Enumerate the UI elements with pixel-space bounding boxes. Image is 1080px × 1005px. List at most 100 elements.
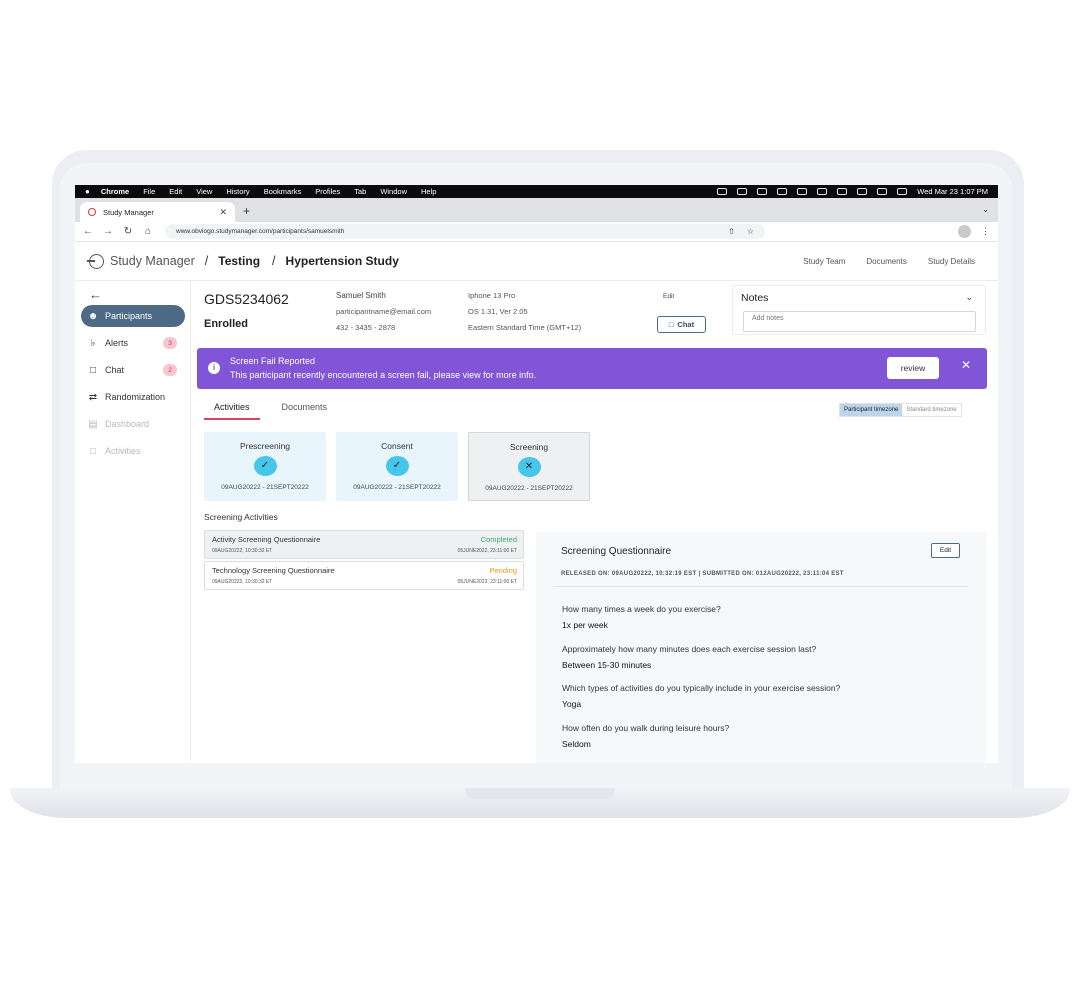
stage-dates: 09AUG20222 - 21SEPT20222: [485, 485, 573, 492]
breadcrumb-testing[interactable]: Testing: [218, 254, 260, 268]
bookmark-star-icon[interactable]: ☆: [747, 227, 754, 236]
menu-history[interactable]: History: [226, 187, 249, 196]
screening-activities-title: Screening Activities: [204, 512, 278, 522]
question: How many times a week do you exercise?: [562, 604, 721, 614]
standard-timezone-option[interactable]: Standard timezone: [902, 404, 960, 416]
browser-toolbar: ← → ↻ ⌂ www.obviogo.studymanager.com/par…: [75, 222, 998, 242]
cloud-icon[interactable]: [717, 188, 728, 195]
mac-menubar: ● Chrome File Edit View History Bookmark…: [75, 185, 998, 198]
forward-icon[interactable]: →: [103, 226, 113, 237]
browser-menu-icon[interactable]: ⋮: [981, 226, 990, 237]
sidebar-item-alerts[interactable]: ♭ Alerts 3: [81, 332, 185, 354]
activity-name: Technology Screening Questionnaire: [212, 566, 335, 575]
display-icon[interactable]: [757, 188, 768, 195]
apple-icon[interactable]: ●: [85, 187, 90, 196]
edit-questionnaire-button[interactable]: Edit: [931, 543, 960, 558]
home-icon[interactable]: ⌂: [143, 226, 153, 237]
stage-name: Consent: [381, 441, 413, 451]
sidebar-item-chat[interactable]: □ Chat 2: [81, 359, 185, 381]
menu-help[interactable]: Help: [421, 187, 436, 196]
app-body: ← ☻ Participants ♭ Alerts 3 □ Chat 2 ⇄ R…: [75, 281, 998, 763]
breadcrumb-hypertension-study[interactable]: Hypertension Study: [286, 254, 399, 268]
menu-bookmarks[interactable]: Bookmarks: [264, 187, 302, 196]
chat-icon: □: [89, 364, 97, 376]
menu-file[interactable]: File: [143, 187, 155, 196]
sidebar-item-activities[interactable]: □ Activities: [81, 440, 185, 462]
reload-icon[interactable]: ↻: [123, 226, 133, 237]
new-tab-icon[interactable]: +: [243, 204, 250, 218]
menubar-clock[interactable]: Wed Mar 23 1:07 PM: [917, 187, 988, 196]
info-icon: i: [208, 362, 220, 374]
profile-avatar[interactable]: [958, 225, 971, 238]
review-button[interactable]: review: [887, 357, 939, 379]
status-badge: Pending: [489, 566, 517, 575]
stage-card-prescreening[interactable]: Prescreening ✓ 09AUG20222 - 21SEPT20222: [204, 432, 326, 501]
browser-tab-title: Study Manager: [103, 207, 154, 217]
chat-count-badge: 2: [163, 364, 177, 376]
alerts-count-badge: 3: [163, 337, 177, 349]
tab-search-chevron-icon[interactable]: ⌄: [982, 205, 989, 214]
siri-icon[interactable]: [897, 188, 908, 195]
close-tab-icon[interactable]: ✕: [219, 207, 227, 218]
nav-study-details[interactable]: Study Details: [928, 257, 975, 266]
participant-timezone: Eastern Standard Time (GMT+12): [468, 323, 582, 332]
wifi-icon[interactable]: [837, 188, 848, 195]
stage-card-screening[interactable]: Screening ✕ 09AUG20222 - 21SEPT20222: [468, 432, 590, 501]
menu-profiles[interactable]: Profiles: [315, 187, 340, 196]
notes-input[interactable]: [743, 311, 976, 332]
question: How often do you walk during leisure hou…: [562, 723, 730, 733]
app-store-icon[interactable]: [737, 188, 748, 195]
address-bar[interactable]: www.obviogo.studymanager.com/participant…: [165, 224, 765, 239]
menu-view[interactable]: View: [196, 187, 212, 196]
menu-tab[interactable]: Tab: [354, 187, 366, 196]
back-arrow-icon[interactable]: ←: [89, 287, 190, 305]
menu-window[interactable]: Window: [380, 187, 407, 196]
stage-dates: 09AUG20222 - 21SEPT20222: [221, 484, 309, 491]
check-icon: ✓: [253, 456, 277, 476]
sidebar-item-dashboard[interactable]: ▤ Dashboard: [81, 413, 185, 435]
list-item[interactable]: Activity Screening Questionnaire 09AUG20…: [204, 530, 524, 559]
nav-documents[interactable]: Documents: [866, 257, 906, 266]
chat-button[interactable]: □ Chat: [657, 316, 706, 333]
participant-id: GDS5234062: [204, 291, 289, 307]
menu-edit[interactable]: Edit: [169, 187, 182, 196]
search-icon[interactable]: [857, 188, 868, 195]
tab-documents[interactable]: Documents: [282, 402, 328, 420]
participant-device: Iphone 13 Pro: [468, 291, 516, 300]
browser-tab-strip: Study Manager ✕ + ⌄: [75, 198, 998, 222]
back-icon[interactable]: ←: [83, 226, 93, 237]
answer: Between 15-30 minutes: [562, 660, 652, 670]
status-badge: Completed: [480, 535, 517, 544]
chat-button-label: Chat: [677, 320, 695, 329]
question: Approximately how many minutes does each…: [562, 644, 817, 654]
battery-icon[interactable]: [817, 188, 828, 195]
breadcrumb-separator: /: [204, 254, 209, 268]
activity-released: 09AUG20222, 10:30:32 ET: [212, 579, 273, 585]
participant-email: participantname@email.com: [336, 307, 432, 316]
brand-name[interactable]: Study Manager: [110, 254, 195, 268]
bluetooth-icon[interactable]: [797, 188, 808, 195]
stage-name: Prescreening: [239, 441, 291, 451]
nav-study-team[interactable]: Study Team: [803, 257, 845, 266]
menu-chrome[interactable]: Chrome: [101, 187, 129, 196]
participant-timezone-option[interactable]: Participant timezone: [840, 404, 903, 416]
edit-participant-link[interactable]: Edit: [663, 293, 674, 300]
questionnaire-meta: RELEASED ON: 09AUG20222, 10:32:19 EST | …: [561, 571, 844, 577]
sidebar-item-participants[interactable]: ☻ Participants: [81, 305, 185, 327]
close-icon[interactable]: ✕: [961, 358, 971, 372]
activity-submitted: 05JUNE2022, 23:11:00 ET: [457, 548, 517, 554]
browser-tab[interactable]: Study Manager ✕: [80, 202, 235, 222]
share-icon[interactable]: ⇧: [728, 227, 735, 236]
loading-icon[interactable]: [777, 188, 788, 195]
laptop-notch: [465, 788, 615, 799]
tab-activities[interactable]: Activities: [204, 402, 260, 420]
sidebar-item-label: Participants: [105, 311, 153, 321]
control-center-icon[interactable]: [877, 188, 888, 195]
stage-card-consent[interactable]: Consent ✓ 09AUG20222 - 21SEPT20222: [336, 432, 458, 501]
address-url: www.obviogo.studymanager.com/participant…: [176, 228, 345, 235]
list-item[interactable]: Technology Screening Questionnaire 09AUG…: [204, 561, 524, 590]
activity-name: Activity Screening Questionnaire: [212, 535, 321, 544]
chevron-down-icon[interactable]: ⌄: [965, 292, 973, 303]
sidebar-item-randomization[interactable]: ⇄ Randomization: [81, 386, 185, 408]
participant-phone: 432 - 3435 - 2878: [336, 323, 396, 332]
